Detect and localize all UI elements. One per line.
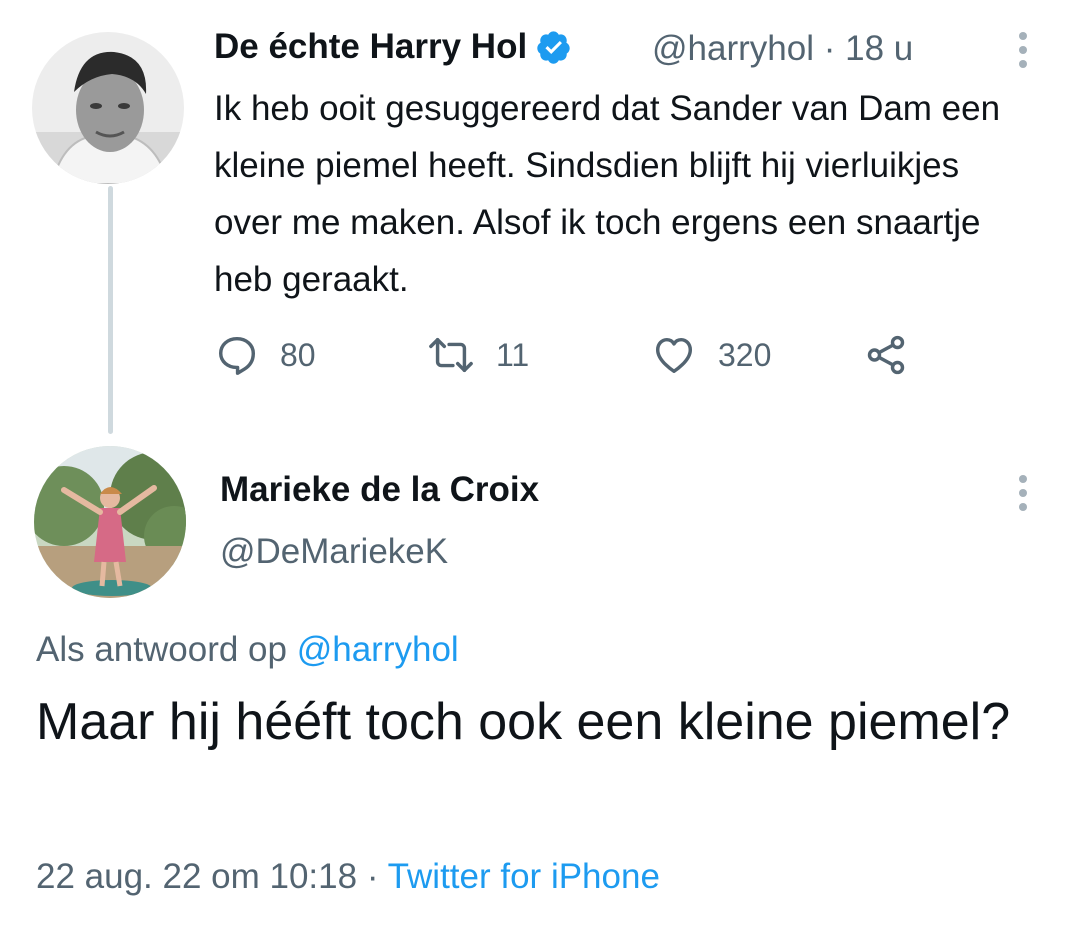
retweet-button[interactable]: 11 xyxy=(426,330,529,380)
share-icon xyxy=(867,335,905,375)
thread-line xyxy=(108,186,113,434)
replying-to-handle[interactable]: @harryhol xyxy=(297,630,459,669)
tweet-author-handle[interactable]: @harryhol xyxy=(652,29,814,68)
reply-source[interactable]: Twitter for iPhone xyxy=(388,857,660,896)
tweet-text: Ik heb ooit gesuggereerd dat Sander van … xyxy=(214,89,1001,299)
reply-more-options-icon[interactable] xyxy=(1016,475,1030,511)
replying-to-prefix: Als antwoord op xyxy=(36,630,287,669)
avatar-demariekek[interactable] xyxy=(34,446,186,598)
reply-date[interactable]: 22 aug. 22 om 10:18 xyxy=(36,857,357,896)
like-button[interactable]: 320 xyxy=(650,330,771,380)
reply-button[interactable]: 80 xyxy=(214,330,316,380)
reply-count: 80 xyxy=(280,336,316,373)
tweet-time[interactable]: 18 u xyxy=(845,29,913,68)
avatar-harryhol[interactable] xyxy=(32,32,184,184)
tweet-meta: @harryhol · 18 u xyxy=(652,29,913,69)
reply-author-handle[interactable]: @DeMariekeK xyxy=(220,532,448,572)
tweet-author-row: De échte Harry Hol xyxy=(214,27,572,67)
replying-to: Als antwoord op @harryhol xyxy=(36,630,459,670)
share-button[interactable] xyxy=(862,330,930,380)
like-icon xyxy=(655,337,693,374)
reply-footer: 22 aug. 22 om 10:18 · Twitter for iPhone xyxy=(36,857,660,897)
reply-icon xyxy=(218,336,256,375)
footer-separator: · xyxy=(366,857,379,896)
meta-separator: · xyxy=(823,29,836,68)
reply-text: Maar hij hééft toch ook een kleine pieme… xyxy=(36,693,1011,751)
more-options-icon[interactable] xyxy=(1016,32,1030,68)
verified-badge-icon xyxy=(535,29,572,66)
retweet-count: 11 xyxy=(496,336,530,373)
retweet-icon xyxy=(429,337,473,373)
tweet-author-name[interactable]: De échte Harry Hol xyxy=(214,27,527,67)
tweet-actions: 80 11 320 xyxy=(214,330,934,380)
like-count: 320 xyxy=(718,336,772,373)
reply-author-name[interactable]: Marieke de la Croix xyxy=(220,470,539,510)
